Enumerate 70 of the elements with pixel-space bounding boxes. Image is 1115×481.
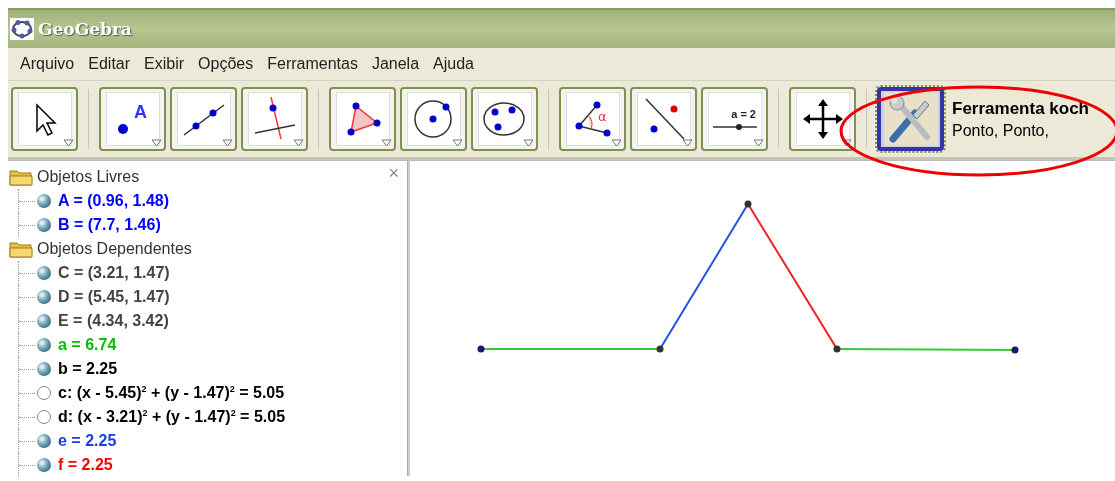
visible-ball-icon[interactable]	[36, 361, 52, 377]
arrow-pointer-icon	[17, 92, 72, 146]
dropdown-triangle-icon	[222, 139, 233, 147]
menu-item[interactable]: Opções	[192, 55, 260, 73]
algebra-item[interactable]: C = (3.21, 1.47)	[58, 264, 170, 282]
visible-ball-icon[interactable]	[36, 193, 52, 209]
algebra-item[interactable]: c: (x - 5.45)$^{2}$ + (y - 1.47)$^{2}$ = 5.05	[58, 383, 285, 403]
point-dot	[117, 124, 128, 134]
dropdown-triangle-icon	[841, 139, 852, 147]
icon-label: α	[597, 109, 607, 124]
visible-ball-icon[interactable]	[36, 217, 52, 233]
tool-button[interactable]	[630, 87, 697, 151]
folder-label[interactable]: Objetos Dependentes	[37, 240, 192, 258]
visible-ball-icon[interactable]	[36, 433, 52, 449]
close-button[interactable]: ×	[388, 163, 399, 184]
tool-name: Ferramenta koch	[952, 98, 1089, 119]
algebra-item[interactable]: b = 2.25	[58, 360, 118, 378]
tool-button[interactable]: α	[559, 87, 626, 151]
tool-button[interactable]	[11, 87, 78, 151]
tool-button[interactable]: A	[99, 87, 166, 151]
visible-ball-icon[interactable]	[36, 337, 52, 353]
menu-item[interactable]: Exibir	[138, 55, 191, 73]
move-arrows-icon	[795, 92, 850, 146]
menu-item[interactable]: Janela	[365, 55, 426, 73]
hidden-circle-icon[interactable]	[36, 385, 52, 401]
dropdown-triangle-icon	[293, 139, 304, 147]
menu-item[interactable]: Arquivo	[14, 55, 81, 73]
icon-label: A	[133, 102, 147, 122]
tool-button[interactable]	[877, 87, 944, 151]
menu-item[interactable]: Editar	[82, 55, 137, 73]
wrench-screwdriver-icon	[883, 92, 938, 146]
tool-help: Ponto, Ponto,	[952, 121, 1050, 140]
dropdown-triangle-icon	[753, 139, 764, 147]
visible-ball-icon[interactable]	[36, 265, 52, 281]
folder-icon	[9, 240, 33, 258]
dropdown-triangle-icon	[611, 139, 622, 147]
folder-label[interactable]: Objetos Livres	[37, 168, 140, 186]
slider-drawing	[711, 124, 758, 130]
algebra-item[interactable]: d: (x - 3.21)$^{2}$ + (y - 1.47)$^{2}$ = 5.05	[58, 407, 286, 427]
window-title: GeoGebra	[38, 19, 132, 39]
tool-button[interactable]: a = 2	[701, 87, 768, 151]
line-through-points-icon	[176, 92, 231, 146]
algebra-item[interactable]: E = (4.34, 3.42)	[58, 312, 169, 330]
visible-ball-icon[interactable]	[36, 457, 52, 473]
menu-item[interactable]: Ajuda	[427, 55, 480, 73]
hidden-circle-icon[interactable]	[36, 409, 52, 425]
tool-button[interactable]	[471, 87, 538, 151]
tool-button[interactable]	[789, 87, 856, 151]
tool-button[interactable]	[329, 87, 396, 151]
menu-item[interactable]: Ferramentas	[261, 55, 364, 73]
icon-label: a = 2	[730, 108, 756, 120]
angle-drawing	[575, 101, 610, 137]
algebra-item[interactable]: D = (5.45, 1.47)	[58, 288, 170, 306]
visible-ball-icon[interactable]	[36, 313, 52, 329]
dropdown-triangle-icon	[381, 139, 392, 147]
dropdown-triangle-icon	[151, 139, 162, 147]
dropdown-triangle-icon	[682, 139, 693, 147]
dropdown-triangle-icon	[523, 139, 534, 147]
algebra-item[interactable]: e = 2.25	[58, 432, 117, 450]
algebra-item[interactable]: f = 2.25	[58, 456, 113, 474]
algebra-item[interactable]: A = (0.96, 1.48)	[58, 192, 170, 210]
app-logo-icon	[10, 18, 34, 40]
folder-icon	[9, 168, 33, 186]
tool-button[interactable]	[170, 87, 237, 151]
visible-ball-icon[interactable]	[36, 289, 52, 305]
dropdown-triangle-icon	[63, 139, 74, 147]
dropdown-triangle-icon	[452, 139, 463, 147]
algebra-item[interactable]: B = (7.7, 1.46)	[58, 216, 161, 234]
line-and-points-icon	[636, 92, 691, 146]
tool-button[interactable]	[400, 87, 467, 151]
